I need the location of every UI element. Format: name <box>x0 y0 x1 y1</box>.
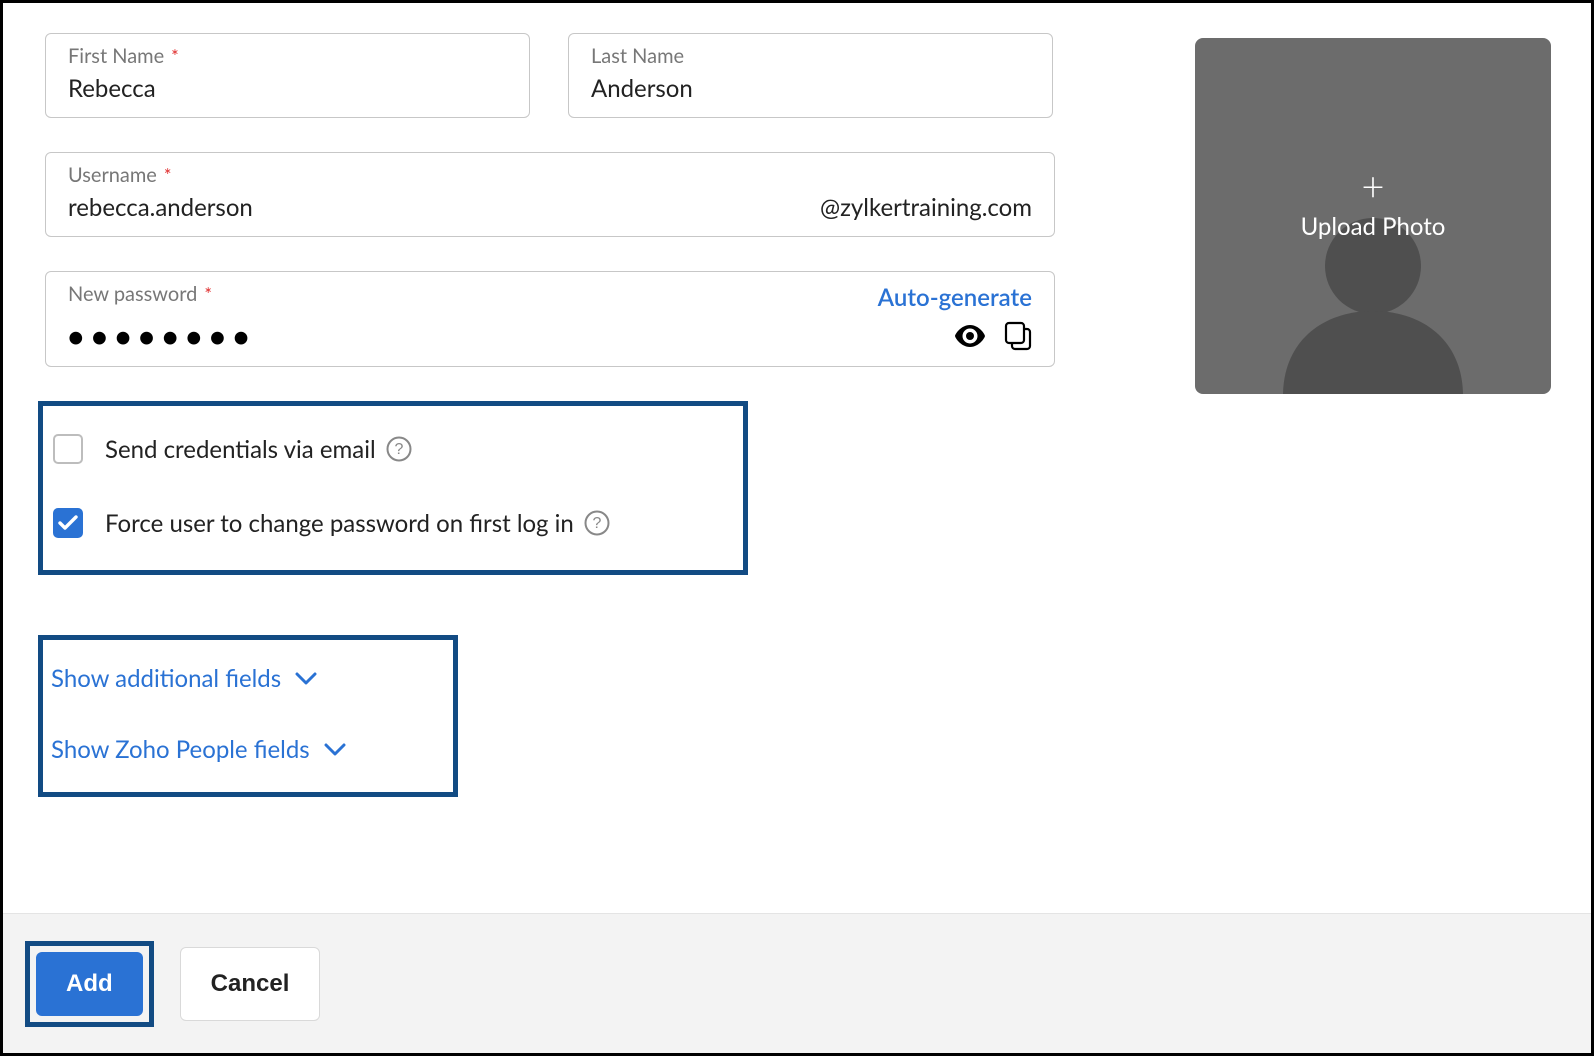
password-label: New password * <box>68 282 212 306</box>
copy-icon[interactable] <box>1004 321 1032 351</box>
chevron-down-icon <box>295 672 317 686</box>
dialog-footer: Add Cancel <box>3 913 1591 1053</box>
plus-icon: + <box>1361 166 1384 206</box>
photo-column: + Upload Photo <box>1195 33 1551 797</box>
username-label-text: Username <box>68 163 157 187</box>
options-highlight-box: Send credentials via email ? Force user … <box>38 401 748 575</box>
last-name-input[interactable] <box>591 74 1030 103</box>
username-row: Username * @zylkertraining.com <box>45 152 1055 237</box>
username-value-row: @zylkertraining.com <box>68 193 1032 222</box>
show-additional-fields-link[interactable]: Show additional fields <box>51 658 447 699</box>
last-name-field[interactable]: Last Name <box>568 33 1053 118</box>
send-credentials-row: Send credentials via email ? <box>51 424 735 474</box>
show-zoho-people-fields-text: Show Zoho People fields <box>51 735 310 764</box>
send-credentials-text: Send credentials via email <box>105 435 376 464</box>
username-domain-suffix: @zylkertraining.com <box>820 193 1032 222</box>
password-mask: ●●●●●●●● <box>68 320 257 352</box>
password-header: New password * Auto-generate <box>68 282 1032 312</box>
force-change-text: Force user to change password on first l… <box>105 509 574 538</box>
last-name-label-text: Last Name <box>591 44 684 68</box>
help-icon[interactable]: ? <box>584 510 610 536</box>
svg-text:?: ? <box>592 515 601 532</box>
svg-text:?: ? <box>394 441 403 458</box>
upload-photo-label: Upload Photo <box>1301 212 1446 241</box>
required-asterisk-icon: * <box>204 283 212 305</box>
password-label-text: New password <box>68 282 197 306</box>
required-asterisk-icon: * <box>171 45 179 67</box>
first-name-label: First Name * <box>68 44 507 68</box>
send-credentials-checkbox[interactable] <box>53 434 83 464</box>
username-field[interactable]: Username * @zylkertraining.com <box>45 152 1055 237</box>
expand-links-highlight-box: Show additional fields Show Zoho People … <box>38 635 458 797</box>
password-field[interactable]: New password * Auto-generate ●●●●●●●● <box>45 271 1055 367</box>
password-value-row: ●●●●●●●● <box>68 320 1032 352</box>
last-name-label: Last Name <box>591 44 1030 68</box>
first-name-label-text: First Name <box>68 44 164 68</box>
send-credentials-label: Send credentials via email ? <box>105 435 412 464</box>
first-name-input[interactable] <box>68 74 507 103</box>
name-row: First Name * Last Name <box>45 33 1055 118</box>
force-change-row: Force user to change password on first l… <box>51 498 735 548</box>
force-change-checkbox[interactable] <box>53 508 83 538</box>
help-icon[interactable]: ? <box>386 436 412 462</box>
add-button-highlight: Add <box>25 941 154 1027</box>
password-row: New password * Auto-generate ●●●●●●●● <box>45 271 1055 367</box>
upload-photo-box[interactable]: + Upload Photo <box>1195 38 1551 394</box>
upload-stack: + Upload Photo <box>1195 166 1551 241</box>
force-change-label: Force user to change password on first l… <box>105 509 610 538</box>
show-zoho-people-fields-link[interactable]: Show Zoho People fields <box>51 729 447 770</box>
first-name-field[interactable]: First Name * <box>45 33 530 118</box>
eye-icon[interactable] <box>954 325 986 347</box>
form-content: First Name * Last Name Username * <box>3 3 1591 797</box>
chevron-down-icon <box>324 743 346 757</box>
username-input[interactable] <box>68 193 820 222</box>
show-additional-fields-text: Show additional fields <box>51 664 281 693</box>
add-user-dialog: First Name * Last Name Username * <box>0 0 1594 1056</box>
form-left-column: First Name * Last Name Username * <box>45 33 1055 797</box>
add-button[interactable]: Add <box>36 952 143 1016</box>
password-icons <box>954 321 1032 351</box>
cancel-button[interactable]: Cancel <box>180 947 321 1021</box>
auto-generate-link[interactable]: Auto-generate <box>878 283 1032 312</box>
required-asterisk-icon: * <box>164 164 172 186</box>
username-label: Username * <box>68 163 1032 187</box>
